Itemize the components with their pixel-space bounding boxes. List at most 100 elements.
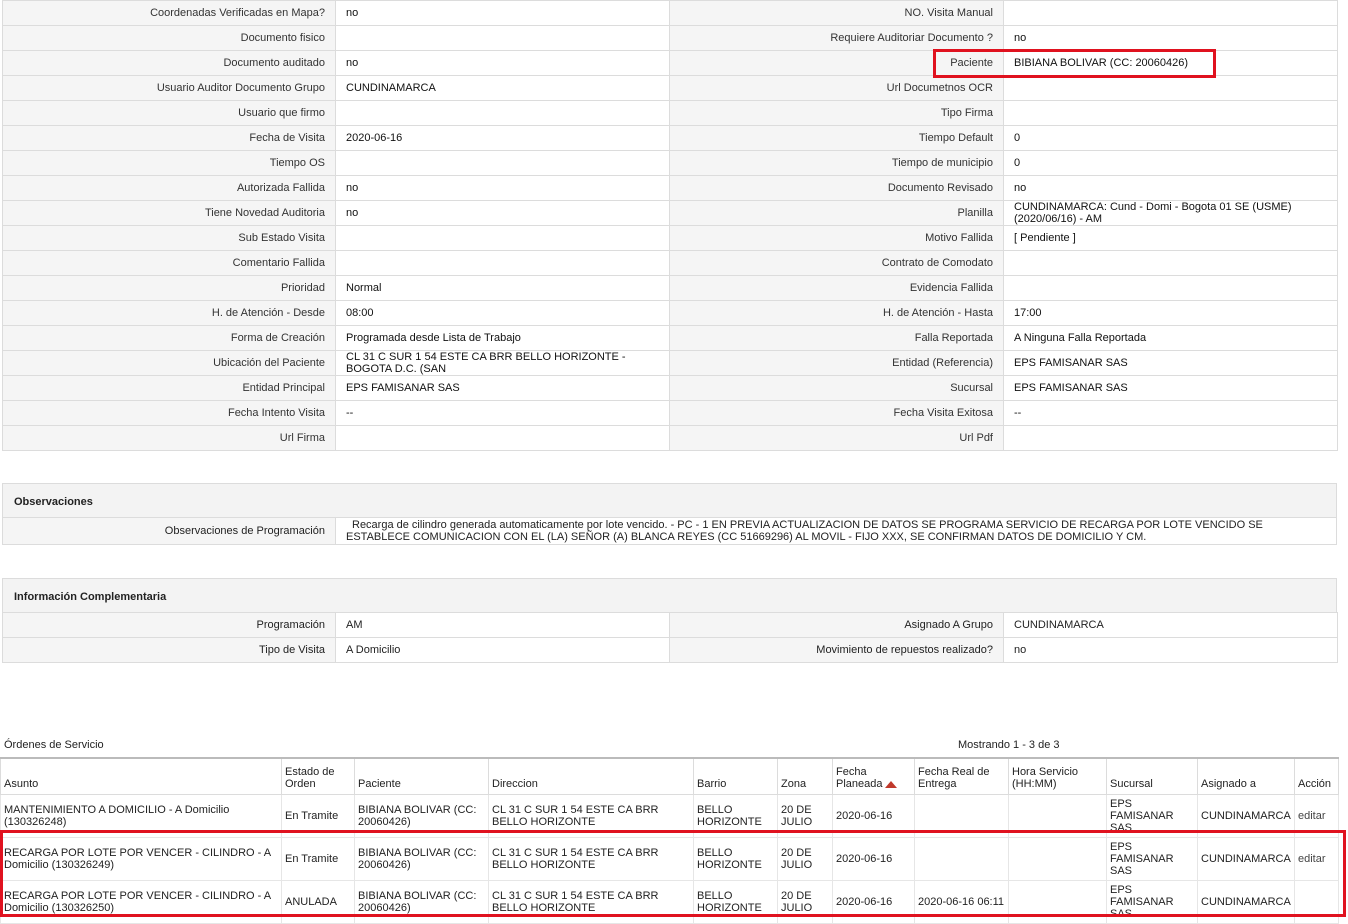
field-value: 0 (1003, 150, 1338, 176)
field-value: EPS FAMISANAR SAS (335, 375, 670, 401)
detail-row: Tiene Novedad Auditoria no Planilla CUNDINA… (2, 200, 1338, 226)
order-cell: ANULADA (281, 880, 355, 924)
edit-order-link[interactable]: editar (1298, 810, 1326, 822)
order-cell: 2020-06-16 (832, 794, 915, 838)
field-value: 17:00 (1003, 300, 1338, 326)
field-value (335, 225, 670, 251)
column-header-barrio[interactable]: Barrio (693, 757, 778, 795)
column-header-estado-de-orden[interactable]: Estado de Orden (281, 757, 355, 795)
column-header-asunto[interactable]: Asunto (0, 757, 282, 795)
detail-row: Autorizada Fallida no Documento Revisado no (2, 175, 1338, 201)
detail-row: Documento fisico Requiere Auditoriar Docu… (2, 25, 1338, 51)
order-cell: RECARGA POR LOTE POR VENCER - CILINDRO -… (0, 880, 282, 924)
order-cell: BELLO HORIZONTE (693, 837, 778, 881)
column-header-fecha-planeada[interactable]: Fecha Planeada (832, 757, 915, 795)
field-label: Fecha Visita Exitosa (669, 400, 1004, 426)
column-header-paciente[interactable]: Paciente (354, 757, 489, 795)
field-label: Fecha de Visita (2, 125, 336, 151)
field-value: no (335, 0, 670, 26)
field-value (335, 25, 670, 51)
column-header-direccion[interactable]: Direccion (488, 757, 694, 795)
column-header-hora-servicio-hh-mm[interactable]: Hora Servicio (HH:MM) (1008, 757, 1107, 795)
field-label: Autorizada Fallida (2, 175, 336, 201)
order-cell: CUNDINAMARCA (1197, 794, 1295, 838)
orders-count: Mostrando 1 - 3 de 3 (958, 739, 1060, 751)
order-cell: CL 31 C SUR 1 54 ESTE CA BRR BELLO HORIZ… (488, 837, 694, 881)
field-value: A Domicilio (335, 637, 670, 663)
field-label: Forma de Creación (2, 325, 336, 351)
column-header-acci-n[interactable]: Acción (1294, 757, 1339, 795)
field-value (1003, 0, 1338, 26)
complementaria-title: Información Complementaria (2, 578, 1337, 612)
field-label: Sucursal (669, 375, 1004, 401)
field-value: no (1003, 637, 1338, 663)
field-label: Tipo Firma (669, 100, 1004, 126)
order-cell: EPS FAMISANAR SAS (1106, 880, 1198, 924)
field-value (335, 100, 670, 126)
order-cell: MANTENIMIENTO A DOMICILIO - A Domicilio … (0, 794, 282, 838)
field-value (1003, 425, 1338, 451)
order-cell: En Tramite (281, 837, 355, 881)
field-label: Planilla (669, 200, 1004, 226)
field-value: no (335, 50, 670, 76)
field-label: Url Pdf (669, 425, 1004, 451)
order-cell: 2020-06-16 06:11 (914, 880, 1009, 924)
field-value: Programada desde Lista de Trabajo (335, 325, 670, 351)
field-label: Fecha Intento Visita (2, 400, 336, 426)
order-cell (1008, 880, 1107, 924)
order-row: RECARGA POR LOTE POR VENCER - CILINDRO -… (0, 880, 1339, 924)
detail-row: Fecha Intento Visita -- Fecha Visita Exito… (2, 400, 1338, 426)
complementaria-row: Programación AM Asignado A Grupo CUNDINAMAR… (2, 612, 1338, 638)
order-cell: BELLO HORIZONTE (693, 794, 778, 838)
field-label: Motivo Fallida (669, 225, 1004, 251)
field-label: Contrato de Comodato (669, 250, 1004, 276)
field-value (1003, 75, 1338, 101)
detail-row: Forma de Creación Programada desde Lista … (2, 325, 1338, 351)
field-value (1003, 100, 1338, 126)
observaciones-title: Observaciones (2, 483, 1337, 517)
detail-row: Url Firma Url Pdf (2, 425, 1338, 451)
field-value: 0 (1003, 125, 1338, 151)
order-cell: EPS FAMISANAR SAS (1106, 837, 1198, 881)
order-cell: CL 31 C SUR 1 54 ESTE CA BRR BELLO HORIZ… (488, 794, 694, 838)
order-cell: RECARGA POR LOTE POR VENCER - CILINDRO -… (0, 837, 282, 881)
field-value: -- (335, 400, 670, 426)
field-label: Entidad (Referencia) (669, 350, 1004, 376)
detail-row: Prioridad Normal Evidencia Fallida (2, 275, 1338, 301)
order-cell: 20 DE JULIO (777, 880, 833, 924)
field-label: Prioridad (2, 275, 336, 301)
order-cell (1008, 794, 1107, 838)
field-label: Paciente (669, 50, 1004, 76)
field-value: -- (1003, 400, 1338, 426)
detail-row: Coordenadas Verificadas en Mapa? no NO. Vi… (2, 0, 1338, 26)
field-label: Programación (2, 612, 336, 638)
field-value: A Ninguna Falla Reportada (1003, 325, 1338, 351)
order-cell (914, 837, 1009, 881)
field-label: Documento auditado (2, 50, 336, 76)
order-action-cell: editar (1294, 794, 1339, 838)
field-label: Ubicación del Paciente (2, 350, 336, 376)
field-label: Tiempo Default (669, 125, 1004, 151)
field-label: Evidencia Fallida (669, 275, 1004, 301)
order-row: RECARGA POR LOTE POR VENCER - CILINDRO -… (0, 837, 1339, 881)
field-label: Documento fisico (2, 25, 336, 51)
sort-ascending-icon[interactable] (884, 780, 897, 788)
field-label: Asignado A Grupo (669, 612, 1004, 638)
column-header-asignado-a[interactable]: Asignado a (1197, 757, 1295, 795)
orders-table: Asunto Estado de Orden Paciente Direccion Ba… (0, 757, 1339, 924)
column-header-fecha-real-de-entrega[interactable]: Fecha Real de Entrega (914, 757, 1009, 795)
field-value (1003, 275, 1338, 301)
field-label: H. de Atención - Hasta (669, 300, 1004, 326)
field-label: Movimiento de repuestos realizado? (669, 637, 1004, 663)
column-header-zona[interactable]: Zona (777, 757, 833, 795)
field-value: CUNDINAMARCA (335, 75, 670, 101)
edit-order-link[interactable]: editar (1298, 853, 1326, 865)
field-label: Url Firma (2, 425, 336, 451)
order-cell: 2020-06-16 (832, 880, 915, 924)
column-header-sucursal[interactable]: Sucursal (1106, 757, 1198, 795)
field-value: no (335, 200, 670, 226)
order-cell: BIBIANA BOLIVAR (CC: 20060426) (354, 880, 489, 924)
field-value: [ Pendiente ] (1003, 225, 1338, 251)
field-value: EPS FAMISANAR SAS (1003, 375, 1338, 401)
field-value: Normal (335, 275, 670, 301)
